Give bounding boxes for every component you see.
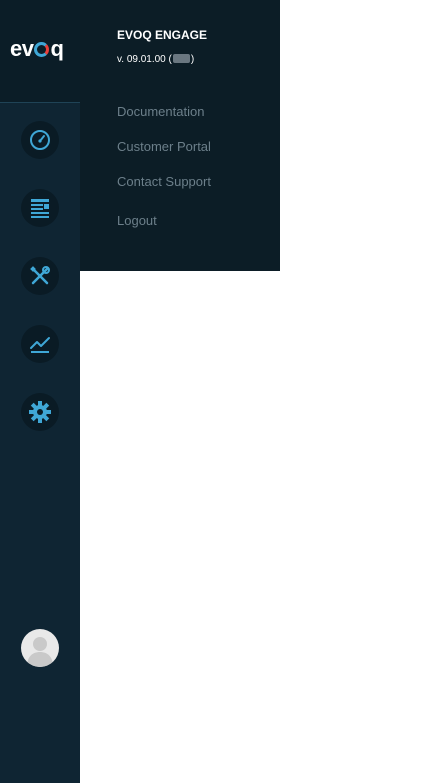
user-avatar[interactable]: [21, 629, 59, 667]
customer-portal-link[interactable]: Customer Portal: [117, 139, 211, 154]
nav-analytics-button[interactable]: [21, 325, 59, 363]
contact-support-link[interactable]: Contact Support: [117, 174, 211, 189]
help-flyout-menu: EVOQ ENGAGE v. 09.01.00 () Documentation…: [80, 0, 280, 271]
version-label: v. 09.01.00 (): [117, 54, 194, 65]
analytics-chart-icon: [30, 337, 50, 353]
logo-o-mark-icon: [34, 42, 50, 57]
sidebar: ev q: [0, 0, 80, 783]
content-list-icon: [31, 199, 49, 218]
user-silhouette-icon: [27, 637, 53, 667]
nav-dashboard-button[interactable]: [21, 121, 59, 159]
documentation-link[interactable]: Documentation: [117, 104, 204, 119]
logo-area: ev q: [0, 0, 80, 103]
nav-tools-button[interactable]: [21, 257, 59, 295]
version-number: v. 09.01.00 (: [117, 54, 172, 65]
logout-link[interactable]: Logout: [117, 213, 157, 228]
version-suffix: ): [190, 54, 195, 65]
settings-gear-icon: [29, 401, 51, 423]
evoq-logo[interactable]: ev q: [10, 36, 64, 61]
dashboard-gauge-icon: [30, 130, 50, 150]
product-name: EVOQ ENGAGE: [117, 28, 208, 42]
nav-settings-button[interactable]: [21, 393, 59, 431]
nav-content-button[interactable]: [21, 189, 59, 227]
logo-text-start: ev: [10, 36, 34, 61]
logo-text-end: q: [50, 36, 64, 61]
tools-icon: [30, 266, 50, 285]
redacted-build-number: [172, 54, 190, 63]
